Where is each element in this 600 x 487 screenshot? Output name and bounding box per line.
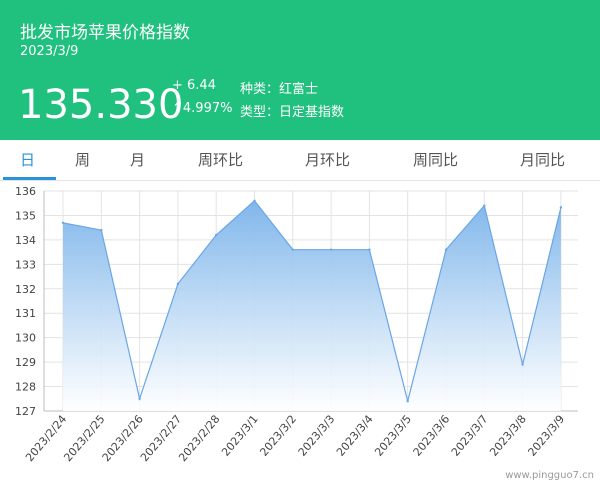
x-tick-label: 2023/3/7	[449, 413, 491, 459]
period-tabs: 日 周 月 周环比 月环比 周同比 月同比	[0, 140, 600, 181]
current-price: 135.330	[18, 82, 184, 128]
price-change-percent: ↑4.997%	[172, 101, 233, 116]
x-tick-label: 2023/3/1	[219, 413, 261, 459]
x-tick-label: 2023/3/4	[334, 413, 376, 459]
index-type-label: 类型：日定基指数	[240, 105, 345, 120]
index-title: 批发市场苹果价格指数	[20, 23, 190, 43]
header: 批发市场苹果价格指数 2023/3/9 135.330 + 6.44 ↑4.99…	[0, 0, 600, 140]
x-tick-label: 2023/3/8	[487, 413, 529, 459]
variety-label: 种类：红富士	[240, 82, 319, 97]
y-tick-label: 134	[15, 234, 36, 247]
x-tick-label: 2023/3/3	[296, 413, 338, 459]
tab-month-year-over-year[interactable]: 月同比	[520, 140, 565, 180]
data-point	[100, 228, 103, 232]
x-tick-label: 2023/3/2	[257, 413, 299, 459]
active-tab-indicator	[3, 177, 56, 180]
y-tick-label: 136	[15, 185, 36, 198]
data-point	[329, 248, 333, 251]
data-point	[61, 221, 65, 224]
data-point	[444, 248, 448, 251]
y-tick-label: 131	[15, 307, 36, 320]
data-point	[215, 233, 218, 237]
series-area	[63, 200, 561, 411]
data-point	[521, 363, 524, 366]
y-tick-label: 129	[15, 356, 36, 369]
y-tick-label: 135	[15, 209, 36, 222]
data-point	[176, 282, 180, 286]
x-tick-label: 2023/3/5	[372, 413, 414, 459]
tab-day[interactable]: 日	[20, 140, 35, 180]
x-tick-label: 2023/3/6	[411, 413, 453, 459]
tab-week[interactable]: 周	[75, 140, 90, 180]
data-point	[483, 204, 486, 207]
tab-week-year-over-year[interactable]: 周同比	[413, 140, 458, 180]
price-index-chart: 1271281291301311321331341351362023/2/242…	[15, 185, 578, 464]
data-point	[291, 248, 294, 251]
y-tick-label: 128	[15, 381, 36, 394]
price-change: + 6.44	[172, 78, 216, 93]
y-tick-label: 132	[15, 283, 36, 296]
tab-month[interactable]: 月	[130, 140, 145, 180]
data-point	[368, 248, 371, 251]
data-point	[253, 199, 256, 202]
tab-week-over-week[interactable]: 周环比	[198, 140, 243, 180]
x-tick-label: 2023/3/9	[525, 413, 567, 459]
data-point	[559, 206, 563, 209]
y-tick-label: 130	[15, 332, 36, 345]
watermark: www.pingguo7.cn	[505, 470, 594, 481]
y-tick-label: 133	[15, 258, 36, 271]
data-point	[138, 397, 141, 400]
y-tick-label: 127	[15, 405, 36, 418]
tab-month-over-month[interactable]: 月环比	[305, 140, 350, 180]
index-date: 2023/3/9	[20, 44, 79, 59]
data-point	[406, 400, 409, 403]
